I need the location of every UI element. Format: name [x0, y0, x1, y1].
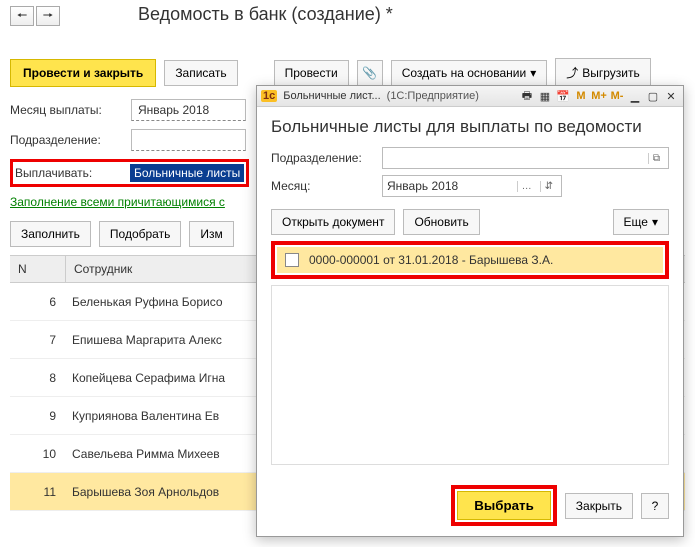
pay-label: Выплачивать:: [15, 166, 124, 180]
dialog-division-input[interactable]: ⧉: [382, 147, 669, 169]
m-button[interactable]: M: [573, 88, 589, 104]
select-button[interactable]: Выбрать: [457, 491, 551, 520]
write-button[interactable]: Записать: [164, 60, 237, 86]
open-ref-icon[interactable]: ⧉: [648, 153, 664, 164]
m-minus-button[interactable]: M-: [609, 88, 625, 104]
division-label: Подразделение:: [10, 133, 125, 147]
month-input[interactable]: Январь 2018: [131, 99, 246, 121]
dialog-month-value: Январь 2018: [387, 179, 458, 193]
cell-n: 7: [10, 333, 66, 347]
export-button[interactable]: ⤴ Выгрузить: [555, 58, 651, 87]
close-icon[interactable]: ✕: [663, 88, 679, 104]
spinner-icon[interactable]: ⇵: [540, 181, 557, 192]
create-on-basis-button[interactable]: Создать на основании ▾: [391, 60, 548, 86]
grid-header-n[interactable]: N: [10, 256, 66, 282]
cell-n: 8: [10, 371, 66, 385]
fill-all-link[interactable]: Заполнение всеми причитающимися с: [10, 195, 225, 209]
dialog-month-input[interactable]: Январь 2018 … ⇵: [382, 175, 562, 197]
dialog-titlebar[interactable]: 1c Больничные лист... (1С:Предприятие) 🖶…: [257, 86, 683, 107]
pay-value[interactable]: Больничные листы: [130, 164, 244, 182]
create-on-basis-label: Создать на основании: [402, 66, 527, 80]
cell-n: 6: [10, 295, 66, 309]
export-label: Выгрузить: [582, 66, 640, 80]
list-item-text: 0000-000001 от 31.01.2018 - Барышева З.А…: [309, 253, 553, 267]
submit-close-button[interactable]: Провести и закрыть: [10, 59, 156, 87]
more-button[interactable]: Еще ▾: [613, 209, 669, 235]
dialog-title: Больничные лист...: [283, 90, 380, 102]
chevron-down-icon: ▾: [652, 215, 658, 229]
export-icon: ⤴: [566, 64, 578, 81]
minimize-icon[interactable]: ▁: [627, 88, 643, 104]
checkbox[interactable]: [285, 253, 299, 267]
refresh-button[interactable]: Обновить: [403, 209, 479, 235]
calendar-icon[interactable]: 📅: [555, 88, 571, 104]
cell-n: 11: [10, 485, 66, 499]
close-button[interactable]: Закрыть: [565, 493, 633, 519]
pick-button[interactable]: Подобрать: [99, 221, 181, 247]
help-button[interactable]: ?: [641, 493, 669, 519]
dialog-heading: Больничные листы для выплаты по ведомост…: [271, 117, 669, 137]
app-icon: 1c: [261, 90, 277, 102]
print-icon[interactable]: 🖶: [519, 88, 535, 104]
month-label: Месяц выплаты:: [10, 103, 125, 117]
m-plus-button[interactable]: M+: [591, 88, 607, 104]
dialog-list[interactable]: [271, 285, 669, 465]
fill-button[interactable]: Заполнить: [10, 221, 91, 247]
edit-button[interactable]: Изм: [189, 221, 233, 247]
page-title: Ведомость в банк (создание) *: [0, 0, 403, 35]
dialog-month-label: Месяц:: [271, 179, 376, 193]
open-document-button[interactable]: Открыть документ: [271, 209, 395, 235]
dialog-subtitle: (1С:Предприятие): [387, 90, 479, 102]
chevron-down-icon: ▾: [530, 66, 536, 80]
sick-list-dialog: 1c Больничные лист... (1С:Предприятие) 🖶…: [256, 85, 684, 537]
division-input[interactable]: [131, 129, 246, 151]
submit-button[interactable]: Провести: [274, 60, 349, 86]
cell-n: 10: [10, 447, 66, 461]
more-label: Еще: [624, 215, 648, 229]
dialog-division-label: Подразделение:: [271, 151, 376, 165]
calc-icon[interactable]: ▦: [537, 88, 553, 104]
attach-icon[interactable]: 📎: [357, 60, 383, 86]
cell-n: 9: [10, 409, 66, 423]
maximize-icon[interactable]: ▢: [645, 88, 661, 104]
list-item[interactable]: 0000-000001 от 31.01.2018 - Барышева З.А…: [277, 247, 663, 273]
ellipsis-icon[interactable]: …: [517, 181, 536, 192]
